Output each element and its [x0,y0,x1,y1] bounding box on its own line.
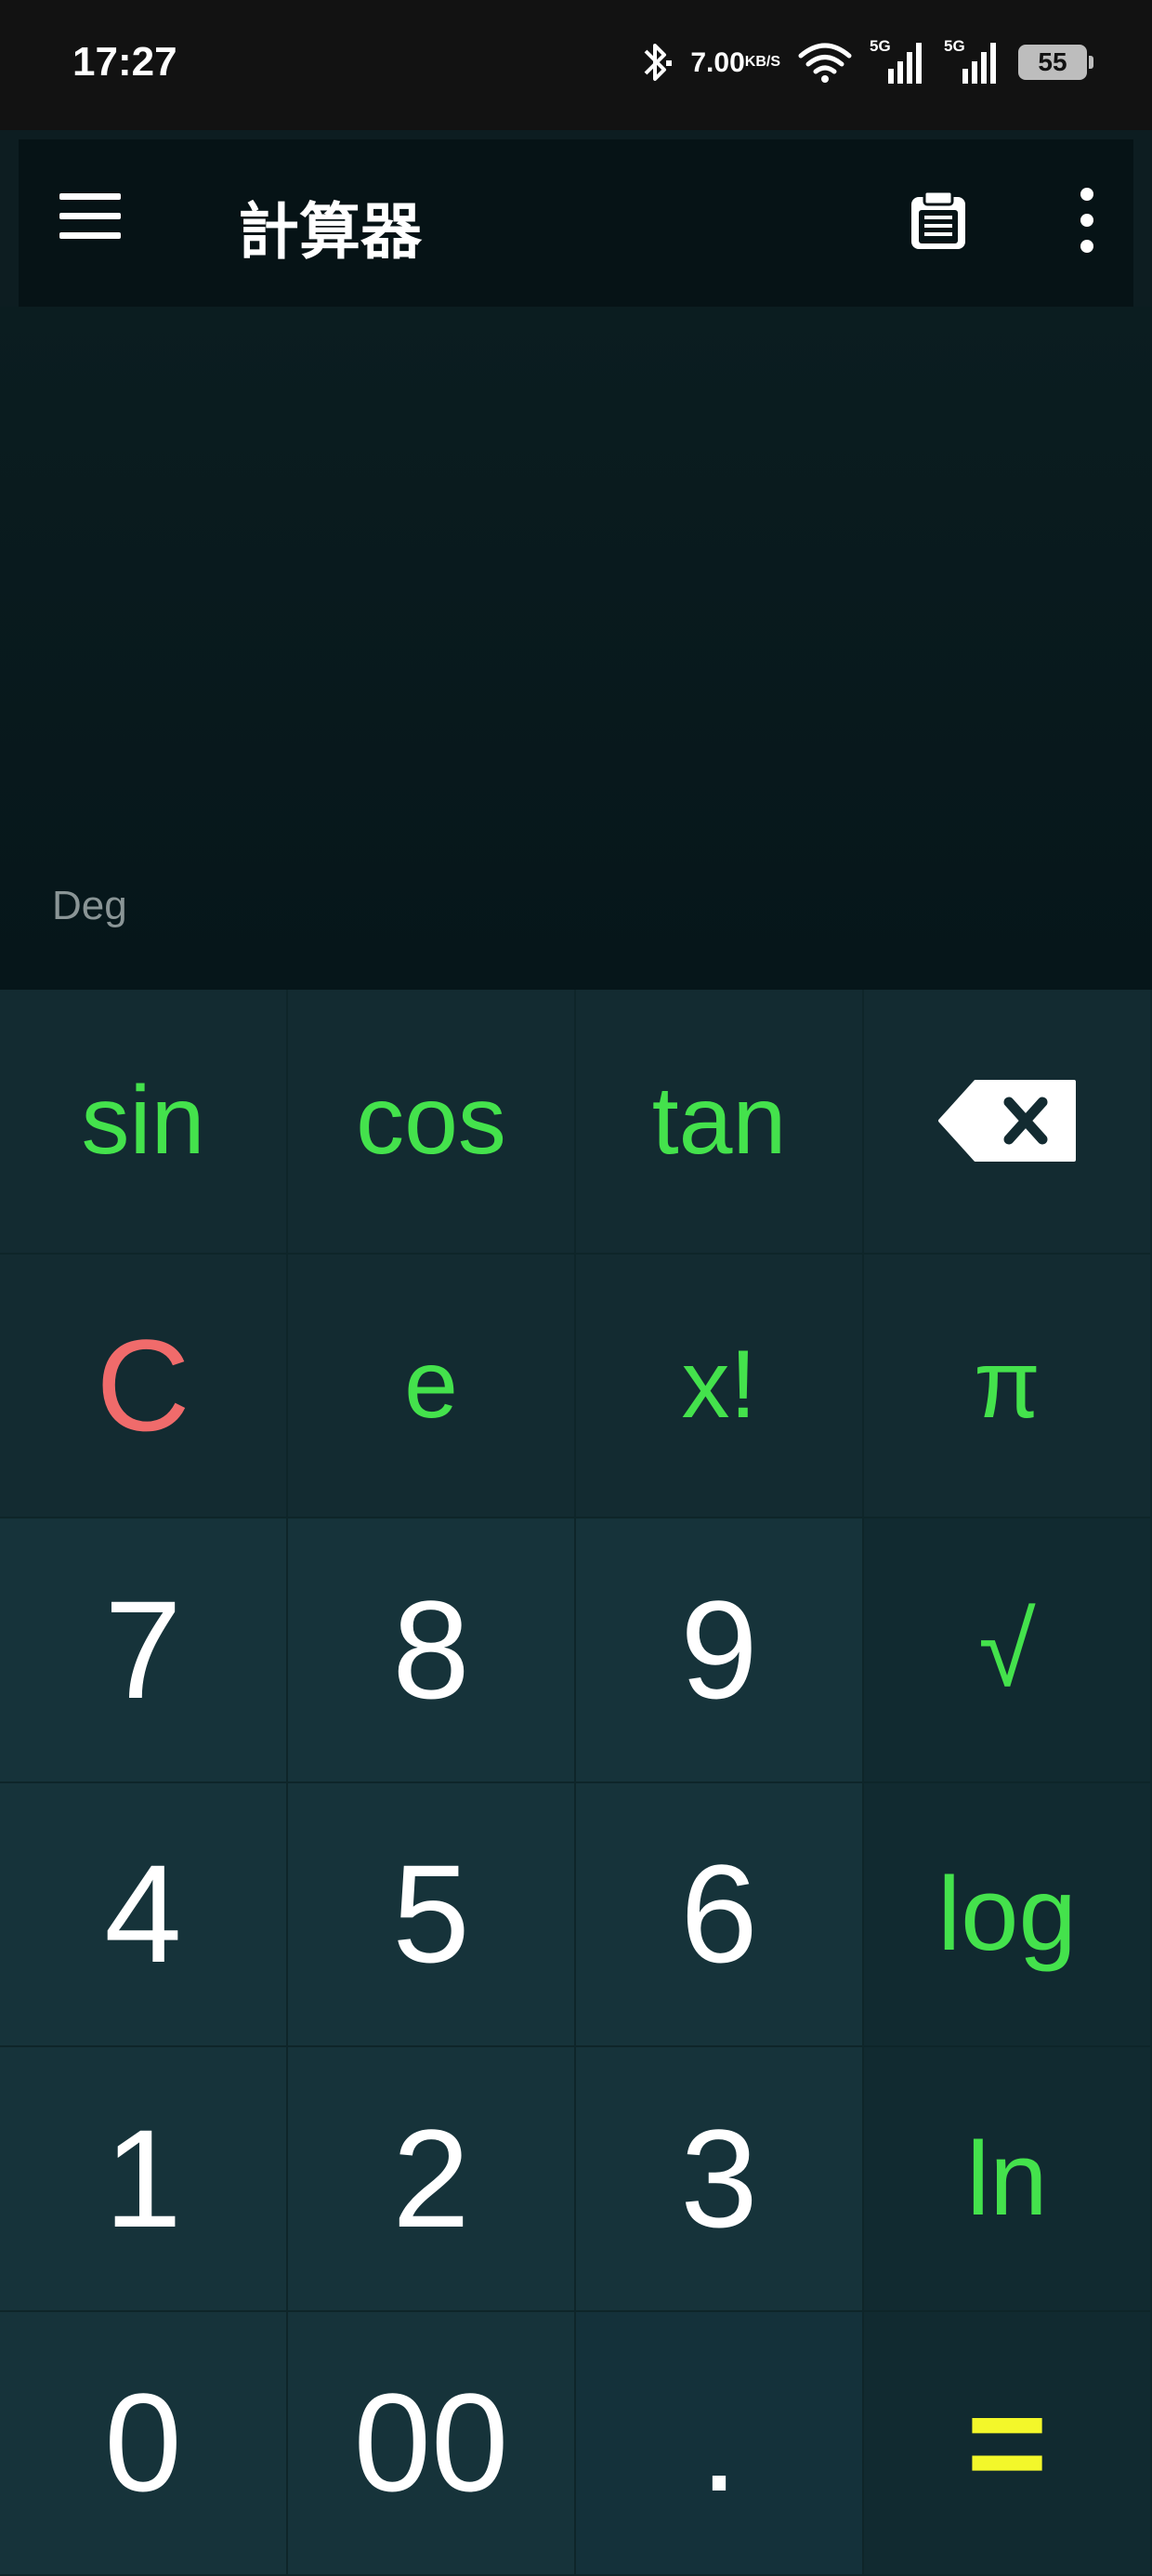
digit-6-key[interactable]: 6 [576,1782,864,2047]
cellular-signal-1-icon: 5G [870,37,927,87]
battery-icon: 55 [1018,45,1093,80]
app-bar: 計算器 [19,139,1133,307]
clipboard-icon[interactable] [906,188,971,253]
status-bar: 17:27 7.00 KB/S 5G 5G 55 [0,0,1152,130]
backspace-key[interactable] [864,990,1152,1255]
digit-4-key[interactable]: 4 [0,1782,288,2047]
digit-1-key[interactable]: 1 [0,2047,288,2312]
more-vert-icon[interactable] [1076,188,1098,253]
digit-0-key[interactable]: 0 [0,2311,288,2576]
double-zero-key[interactable]: 00 [288,2311,576,2576]
sin-key[interactable]: sin [0,990,288,1255]
log-key[interactable]: log [864,1782,1152,2047]
keypad: sin cos tan C e x! π 7 8 9 √ 4 5 6 log 1… [0,990,1152,2576]
digit-2-key[interactable]: 2 [288,2047,576,2312]
decimal-point-key[interactable]: . [576,2311,864,2576]
network-speed-unit: KB/S [744,53,780,70]
bluetooth-icon [636,40,674,85]
wifi-icon [797,41,853,84]
network-speed: 7.00 KB/S [690,46,780,78]
factorial-key[interactable]: x! [576,1254,864,1518]
status-time: 17:27 [72,39,177,85]
clear-key[interactable]: C [0,1254,288,1518]
digit-8-key[interactable]: 8 [288,1518,576,1783]
pi-key[interactable]: π [864,1254,1152,1518]
network-speed-value: 7.00 [690,46,745,78]
digit-5-key[interactable]: 5 [288,1782,576,2047]
cellular-signal-2-icon: 5G [944,37,1001,87]
cos-key[interactable]: cos [288,990,576,1255]
status-icons: 7.00 KB/S 5G 5G 55 [636,37,1093,87]
hamburger-menu-icon[interactable] [59,193,121,245]
angle-mode-label[interactable]: Deg [52,883,127,929]
sqrt-key[interactable]: √ [864,1518,1152,1783]
battery-level: 55 [1038,47,1067,76]
display-area: Deg [0,307,1152,990]
digit-7-key[interactable]: 7 [0,1518,288,1783]
ln-key[interactable]: ln [864,2047,1152,2312]
app-title: 計算器 [238,196,422,268]
equals-key[interactable]: = [864,2311,1152,2576]
digit-9-key[interactable]: 9 [576,1518,864,1783]
backspace-icon [938,1080,1076,1163]
digit-3-key[interactable]: 3 [576,2047,864,2312]
tan-key[interactable]: tan [576,990,864,1255]
e-key[interactable]: e [288,1254,576,1518]
